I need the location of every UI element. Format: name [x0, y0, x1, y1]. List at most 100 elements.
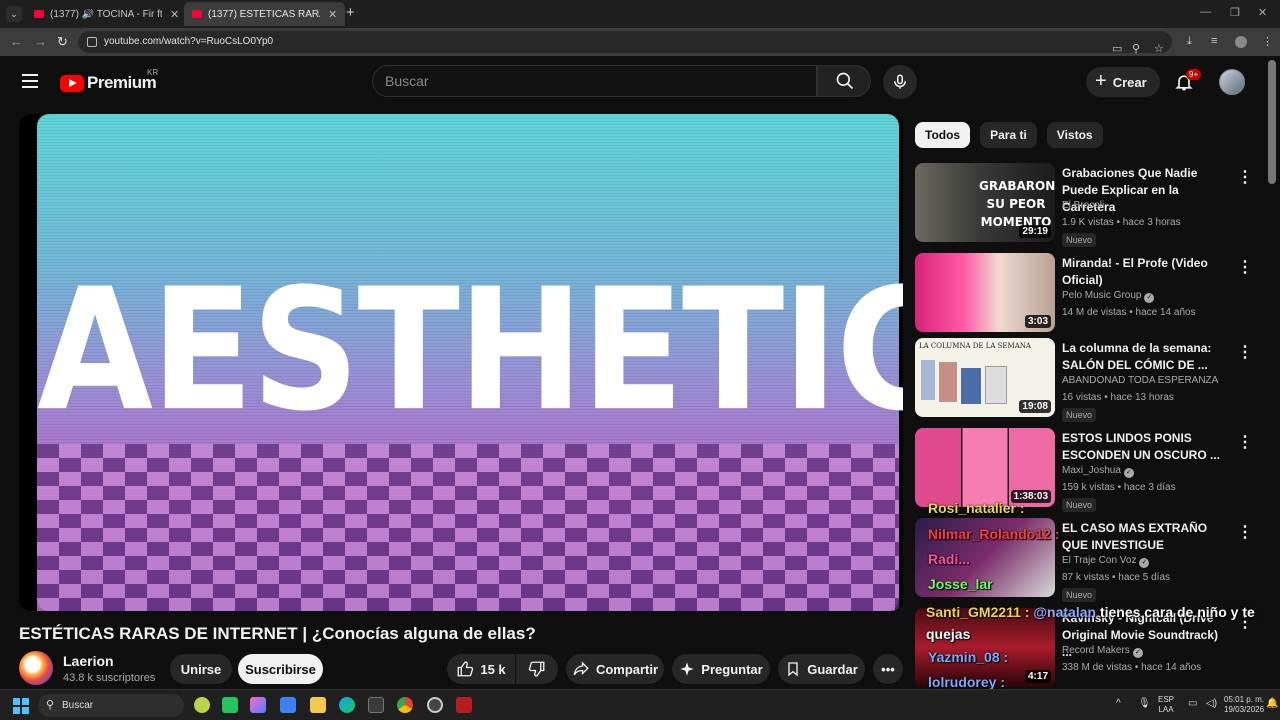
chip-vistos[interactable]: Vistos: [1046, 122, 1103, 148]
recommendation-title[interactable]: ESTOS LINDOS PONIS ESCONDEN UN OSCURO ..…: [1062, 430, 1227, 464]
youtube-premium-logo[interactable]: Premium KR: [60, 68, 158, 93]
chat-user: Santi_GM2211 :: [926, 604, 1030, 620]
taskbar-search[interactable]: ⚲ Buscar: [38, 694, 184, 717]
app-icon[interactable]: [368, 697, 384, 713]
chrome-icon[interactable]: [397, 697, 413, 713]
download-icon[interactable]: ⤓: [1187, 35, 1192, 48]
maximize-icon[interactable]: ❐: [1230, 6, 1240, 19]
join-button[interactable]: Unirse: [170, 654, 232, 684]
windows-start-icon[interactable]: [13, 698, 29, 714]
channel-name[interactable]: Laerion: [63, 653, 114, 669]
obs-icon[interactable]: [427, 697, 443, 713]
chat-user: Yazmin_08 :: [928, 649, 1009, 665]
more-options-icon[interactable]: ⋮: [1237, 167, 1253, 187]
tray-chevron-icon[interactable]: ^: [1116, 699, 1121, 709]
browser-menu-icon[interactable]: ⋮: [1262, 35, 1273, 48]
recommendation-title[interactable]: Miranda! - El Profe (Video Oficial): [1062, 255, 1227, 289]
keyboard-layout: LAA: [1158, 705, 1174, 714]
account-avatar[interactable]: [1219, 69, 1245, 95]
thumbnail-text: LA COLUMNA DE LA SEMANA: [919, 342, 1031, 350]
more-options-icon[interactable]: ⋮: [1237, 432, 1253, 452]
clock[interactable]: 05:01 p. m. 19/03/2026: [1224, 695, 1264, 715]
app-icon[interactable]: [456, 697, 472, 713]
close-tab-icon[interactable]: ✕: [328, 8, 337, 21]
recommendation-item[interactable]: GRABARON SU PEOR MOMENTO 29:19 Grabacion…: [915, 163, 1255, 247]
subscribe-button[interactable]: Suscribirse: [238, 654, 323, 684]
browser-tab-bar: ⌄ (1377) 🔊 TOCINA - Fir ft. Azul ✕ (1377…: [0, 0, 1280, 28]
thumbs-down-icon: [528, 661, 545, 677]
volume-icon[interactable]: ◁): [1206, 699, 1217, 709]
more-options-icon[interactable]: ⋮: [1237, 522, 1253, 542]
share-button[interactable]: Compartir: [566, 654, 664, 684]
reading-list-icon[interactable]: ≡: [1211, 35, 1217, 47]
recommendation-channel[interactable]: El Traje Con Voz ✓: [1062, 555, 1150, 568]
channel-avatar[interactable]: [19, 651, 53, 685]
duration-badge: 19:08: [1019, 400, 1051, 413]
recommendation-item[interactable]: 1:38:03 ESTOS LINDOS PONIS ESCONDEN UN O…: [915, 428, 1255, 512]
more-options-icon[interactable]: ⋮: [1237, 257, 1253, 277]
save-button[interactable]: Guardar: [778, 654, 865, 684]
recommendation-item[interactable]: 3:03 Miranda! - El Profe (Video Oficial)…: [915, 253, 1255, 333]
minimize-icon[interactable]: —: [1200, 6, 1211, 18]
recommendation-title[interactable]: EL CASO MAS EXTRAÑO QUE INVESTIGUE: [1062, 520, 1227, 554]
notification-center-icon[interactable]: 🔔: [1266, 699, 1278, 709]
edge-icon[interactable]: [339, 697, 355, 713]
dislike-button[interactable]: [516, 654, 558, 684]
chip-todos[interactable]: Todos: [915, 122, 971, 148]
like-count: 15 k: [480, 661, 506, 677]
microphone-tray-icon[interactable]: 🎙: [1138, 699, 1151, 709]
language-indicator[interactable]: ESP LAA: [1158, 695, 1174, 715]
site-info-icon[interactable]: [87, 37, 97, 47]
video-thumbnail[interactable]: 1:38:03: [915, 428, 1055, 507]
logo-text: Premium: [87, 73, 157, 92]
video-thumbnail[interactable]: GRABARON SU PEOR MOMENTO 29:19: [915, 163, 1055, 242]
profile-avatar[interactable]: [1235, 36, 1247, 48]
filter-chips: Todos Para ti Vistos: [915, 122, 1103, 148]
more-actions-button[interactable]: •••: [873, 654, 903, 684]
close-tab-icon[interactable]: ✕: [170, 8, 179, 21]
tab-title: (1377) ESTÉTICAS RARAS DE IN: [208, 8, 320, 20]
app-icon[interactable]: [194, 697, 210, 713]
ask-label: Preguntar: [701, 661, 763, 677]
recommendation-channel[interactable]: Maxi_Joshua ✓: [1062, 465, 1134, 478]
video-thumbnail[interactable]: LA COLUMNA DE LA SEMANA 19:08: [915, 338, 1055, 417]
file-explorer-icon[interactable]: [310, 697, 326, 713]
page-scrollbar[interactable]: [1268, 60, 1276, 184]
forward-arrow-icon[interactable]: →: [34, 34, 47, 49]
recommendation-channel[interactable]: Record Makers ✓: [1062, 645, 1143, 658]
back-arrow-icon[interactable]: ←: [10, 34, 23, 49]
chip-para-ti[interactable]: Para ti: [980, 122, 1037, 148]
voice-search-button[interactable]: [883, 65, 917, 99]
recommendation-channel[interactable]: El Brocoli: [1062, 200, 1104, 211]
app-icon[interactable]: [222, 697, 238, 713]
network-icon[interactable]: ▭: [1188, 699, 1197, 709]
recommendation-channel[interactable]: ABANDONAD TODA ESPERANZA: [1062, 375, 1218, 386]
recommendation-title[interactable]: La columna de la semana: SALÓN DEL CÓMIC…: [1062, 340, 1227, 374]
create-button[interactable]: + Crear: [1086, 67, 1160, 97]
join-label: Unirse: [180, 661, 222, 677]
search-button[interactable]: [817, 65, 871, 97]
chat-overlay-message: Nilmar_Rolando12 :: [928, 526, 1059, 542]
more-options-icon[interactable]: ⋮: [1237, 342, 1253, 362]
copilot-icon[interactable]: [250, 697, 266, 713]
url-field[interactable]: youtube.com/watch?v=RuoCsLO0Yp0 ▭ ⚲ ☆: [78, 31, 1172, 55]
channel-label: Pelo Music Group: [1062, 290, 1142, 301]
recommendation-item[interactable]: LA COLUMNA DE LA SEMANA 19:08 La columna…: [915, 338, 1255, 422]
like-button[interactable]: 15 k: [447, 654, 515, 684]
tab-search-button[interactable]: ⌄: [6, 6, 22, 22]
ask-button[interactable]: Preguntar: [672, 654, 770, 684]
store-icon[interactable]: [280, 697, 296, 713]
menu-icon[interactable]: [22, 74, 38, 92]
close-window-icon[interactable]: ✕: [1258, 6, 1267, 19]
search-input[interactable]: Buscar: [372, 65, 817, 97]
recommendation-channel[interactable]: Pelo Music Group ✓: [1062, 290, 1155, 303]
reload-icon[interactable]: ↻: [57, 34, 68, 50]
share-label: Compartir: [595, 661, 659, 677]
browser-tab[interactable]: (1377) 🔊 TOCINA - Fir ft. Azul ✕: [26, 2, 187, 26]
video-player[interactable]: AESTHETIC: [19, 114, 903, 611]
new-tab-button[interactable]: +: [346, 4, 355, 21]
video-thumbnail[interactable]: 3:03: [915, 253, 1055, 332]
browser-tab-active[interactable]: (1377) ESTÉTICAS RARAS DE IN ✕: [184, 2, 346, 26]
share-arrow-icon: [573, 661, 589, 676]
create-label: Crear: [1112, 74, 1147, 90]
